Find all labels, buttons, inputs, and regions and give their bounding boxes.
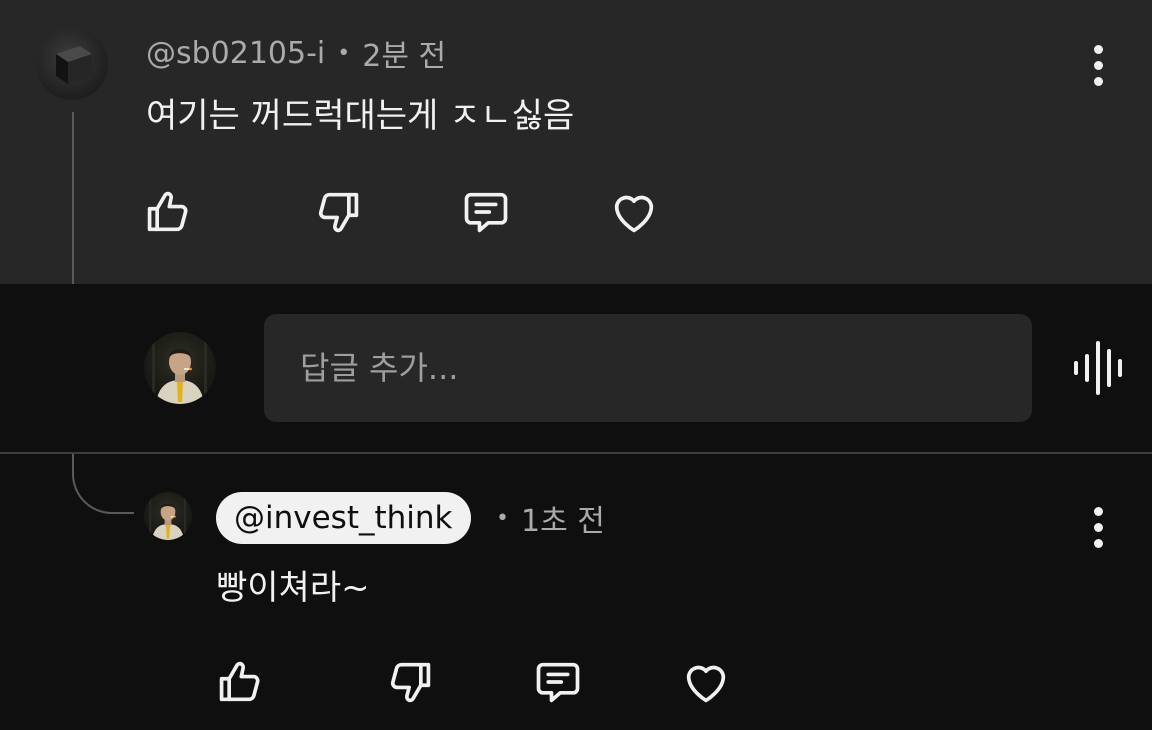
reply-thread-connector <box>72 454 134 514</box>
reply-input[interactable] <box>264 314 1032 422</box>
reply-action-bar <box>214 656 732 708</box>
like-button[interactable] <box>142 186 194 238</box>
more-vertical-icon <box>1093 506 1103 516</box>
comment-meta: @sb02105-i • 2분 전 <box>146 30 446 76</box>
reply-meta: • 1초 전 <box>496 494 605 542</box>
voice-input-button[interactable] <box>1068 338 1128 398</box>
commenter-handle[interactable]: @sb02105-i <box>146 36 325 71</box>
voice-search-icon <box>1074 361 1078 375</box>
heart-button[interactable] <box>680 656 732 708</box>
section-divider <box>0 452 1152 454</box>
comment-text: 여기는 꺼드럭대는게 ㅈㄴ싫음 <box>146 96 575 136</box>
reply-more-button[interactable] <box>1080 503 1116 551</box>
thumbs-down-icon <box>318 192 359 233</box>
user-avatar[interactable] <box>144 332 216 404</box>
meta-separator: • <box>496 505 509 531</box>
parent-comment: @sb02105-i • 2분 전 여기는 꺼드럭대는게 ㅈㄴ싫음 <box>0 0 1152 284</box>
comment-action-bar <box>142 186 660 238</box>
heart-icon <box>686 665 726 703</box>
comment-icon <box>536 662 580 703</box>
thumbs-up-icon <box>147 191 188 232</box>
comment-icon <box>464 192 508 233</box>
heart-button[interactable] <box>608 186 660 238</box>
heart-icon <box>614 195 654 233</box>
reply-button[interactable] <box>460 186 512 238</box>
like-button[interactable] <box>214 656 266 708</box>
reply-timestamp[interactable]: 1초 전 <box>521 496 605 540</box>
thumbs-down-icon <box>390 662 431 703</box>
reply-author-handle-chip[interactable]: @invest_think <box>216 492 471 544</box>
dislike-button[interactable] <box>384 656 436 708</box>
reply-text: 빵이쳐라~ <box>216 568 370 608</box>
reply-button[interactable] <box>532 656 584 708</box>
dislike-button[interactable] <box>312 186 364 238</box>
meta-separator: • <box>337 40 351 66</box>
comment-more-button[interactable] <box>1080 41 1116 89</box>
comment-timestamp[interactable]: 2분 전 <box>362 31 446 75</box>
commenter-avatar[interactable] <box>36 28 108 100</box>
thumbs-up-icon <box>219 661 260 702</box>
more-vertical-icon <box>1093 44 1103 54</box>
thread-line <box>72 112 74 284</box>
reply-author-avatar[interactable] <box>144 492 192 540</box>
